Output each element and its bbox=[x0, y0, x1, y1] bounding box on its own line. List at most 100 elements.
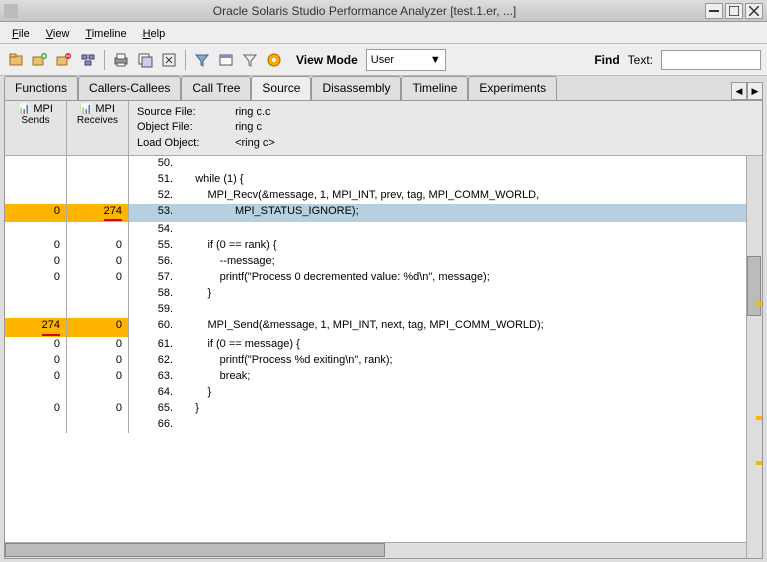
mpi-receives-header[interactable]: 📊 MPI Receives bbox=[67, 101, 129, 155]
line-number: 51. bbox=[129, 172, 179, 188]
code-line[interactable]: 0061. if (0 == message) { bbox=[5, 337, 746, 353]
code-line[interactable]: 0056. --message; bbox=[5, 254, 746, 270]
close-button[interactable] bbox=[745, 3, 763, 19]
mpi-receives-value bbox=[67, 417, 129, 433]
column-headers: 📊 MPI Sends 📊 MPI Receives Source File: … bbox=[5, 101, 762, 156]
new-window-icon[interactable] bbox=[135, 50, 155, 70]
main-area: 50.51. while (1) {52. MPI_Recv(&message,… bbox=[5, 156, 762, 558]
mpi-sends-value bbox=[5, 417, 67, 433]
file-info-header: Source File: ring c.c Object File: ring … bbox=[129, 101, 762, 155]
code-line[interactable]: 0063. break; bbox=[5, 369, 746, 385]
code-text: if (0 == message) { bbox=[179, 337, 746, 353]
mpi-sends-value bbox=[5, 222, 67, 238]
menu-timeline[interactable]: Timeline bbox=[77, 24, 134, 42]
window-title: Oracle Solaris Studio Performance Analyz… bbox=[24, 4, 705, 18]
code-text bbox=[179, 222, 746, 238]
viewmode-label: View Mode bbox=[296, 53, 358, 67]
line-number: 50. bbox=[129, 156, 179, 172]
tab-callers-callees[interactable]: Callers-Callees bbox=[78, 76, 181, 100]
mpi-sends-value: 0 bbox=[5, 337, 67, 353]
mpi-sends-value: 0 bbox=[5, 401, 67, 417]
line-number: 59. bbox=[129, 302, 179, 318]
mpi-sends-value: 0 bbox=[5, 238, 67, 254]
code-line[interactable]: 52. MPI_Recv(&message, 1, MPI_INT, prev,… bbox=[5, 188, 746, 204]
chevron-down-icon: ▼ bbox=[430, 54, 441, 66]
menu-view[interactable]: View bbox=[38, 24, 78, 42]
code-line[interactable]: 027453. MPI_STATUS_IGNORE); bbox=[5, 204, 746, 222]
code-text: MPI_STATUS_IGNORE); bbox=[179, 204, 746, 222]
code-text bbox=[179, 302, 746, 318]
mpi-sends-value: 0 bbox=[5, 204, 67, 222]
mpi-sends-value: 0 bbox=[5, 353, 67, 369]
viewmode-value: User bbox=[371, 54, 394, 66]
code-line[interactable]: 50. bbox=[5, 156, 746, 172]
mpi-receives-value: 0 bbox=[67, 401, 129, 417]
vertical-scrollbar[interactable] bbox=[746, 156, 762, 558]
add-experiment-icon[interactable] bbox=[30, 50, 50, 70]
tab-experiments[interactable]: Experiments bbox=[468, 76, 557, 100]
code-line[interactable]: 51. while (1) { bbox=[5, 172, 746, 188]
tab-disassembly[interactable]: Disassembly bbox=[311, 76, 401, 100]
code-line[interactable]: 274060. MPI_Send(&message, 1, MPI_INT, n… bbox=[5, 318, 746, 336]
tab-scroll-right[interactable]: ▶ bbox=[747, 82, 763, 100]
menu-file[interactable]: File bbox=[4, 24, 38, 42]
code-line[interactable]: 0055. if (0 == rank) { bbox=[5, 238, 746, 254]
viewmode-select[interactable]: User ▼ bbox=[366, 49, 446, 71]
find-label: Find bbox=[594, 53, 619, 67]
minimize-button[interactable] bbox=[705, 3, 723, 19]
settings-icon[interactable] bbox=[264, 50, 284, 70]
mpi-sends-value: 0 bbox=[5, 254, 67, 270]
separator bbox=[104, 50, 105, 70]
tab-functions[interactable]: Functions bbox=[4, 76, 78, 100]
code-line[interactable]: 58. } bbox=[5, 286, 746, 302]
show-hide-icon[interactable] bbox=[216, 50, 236, 70]
tab-source[interactable]: Source bbox=[251, 76, 311, 100]
tab-scroll-left[interactable]: ◀ bbox=[731, 82, 747, 100]
mpi-sends-value: 0 bbox=[5, 270, 67, 286]
line-number: 55. bbox=[129, 238, 179, 254]
code-line[interactable]: 59. bbox=[5, 302, 746, 318]
horizontal-scrollbar[interactable] bbox=[5, 542, 746, 558]
app-icon bbox=[4, 4, 18, 18]
hscroll-thumb[interactable] bbox=[5, 543, 385, 557]
code-text: break; bbox=[179, 369, 746, 385]
code-line[interactable]: 0057. printf("Process 0 decremented valu… bbox=[5, 270, 746, 286]
code-line[interactable]: 0062. printf("Process %d exiting\n", ran… bbox=[5, 353, 746, 369]
mpi-receives-value: 0 bbox=[67, 238, 129, 254]
code-line[interactable]: 54. bbox=[5, 222, 746, 238]
mpi-sends-header[interactable]: 📊 MPI Sends bbox=[5, 101, 67, 155]
mpi-receives-value: 0 bbox=[67, 318, 129, 336]
code-text: MPI_Recv(&message, 1, MPI_INT, prev, tag… bbox=[179, 188, 746, 204]
tab-timeline[interactable]: Timeline bbox=[401, 76, 468, 100]
code-line[interactable]: 0065. } bbox=[5, 401, 746, 417]
mpi-sends-value bbox=[5, 286, 67, 302]
tab-call-tree[interactable]: Call Tree bbox=[181, 76, 251, 100]
mpi-receives-value: 0 bbox=[67, 254, 129, 270]
code-line[interactable]: 64. } bbox=[5, 385, 746, 401]
drop-experiment-icon[interactable] bbox=[54, 50, 74, 70]
toolbar: View Mode User ▼ Find Text: bbox=[0, 44, 767, 76]
open-experiment-icon[interactable] bbox=[6, 50, 26, 70]
mpi-receives-value: 0 bbox=[67, 369, 129, 385]
content-panel: 📊 MPI Sends 📊 MPI Receives Source File: … bbox=[4, 100, 763, 559]
maximize-button[interactable] bbox=[725, 3, 743, 19]
line-number: 61. bbox=[129, 337, 179, 353]
menu-help[interactable]: Help bbox=[135, 24, 174, 42]
filter-data-icon[interactable] bbox=[240, 50, 260, 70]
code-panel: 50.51. while (1) {52. MPI_Recv(&message,… bbox=[5, 156, 746, 558]
code-text: printf("Process 0 decremented value: %d\… bbox=[179, 270, 746, 286]
line-number: 57. bbox=[129, 270, 179, 286]
code-text: } bbox=[179, 401, 746, 417]
source-code-area[interactable]: 50.51. while (1) {52. MPI_Recv(&message,… bbox=[5, 156, 746, 542]
tab-scroll: ◀ ▶ bbox=[731, 82, 763, 100]
vscroll-thumb[interactable] bbox=[747, 256, 761, 316]
mpi-receives-value: 0 bbox=[67, 353, 129, 369]
print-icon[interactable] bbox=[111, 50, 131, 70]
close-window-icon[interactable] bbox=[159, 50, 179, 70]
find-input[interactable] bbox=[661, 50, 761, 70]
mpi-sends-value bbox=[5, 156, 67, 172]
mpi-receives-value bbox=[67, 385, 129, 401]
filter-icon[interactable] bbox=[192, 50, 212, 70]
code-line[interactable]: 66. bbox=[5, 417, 746, 433]
aggregate-icon[interactable] bbox=[78, 50, 98, 70]
